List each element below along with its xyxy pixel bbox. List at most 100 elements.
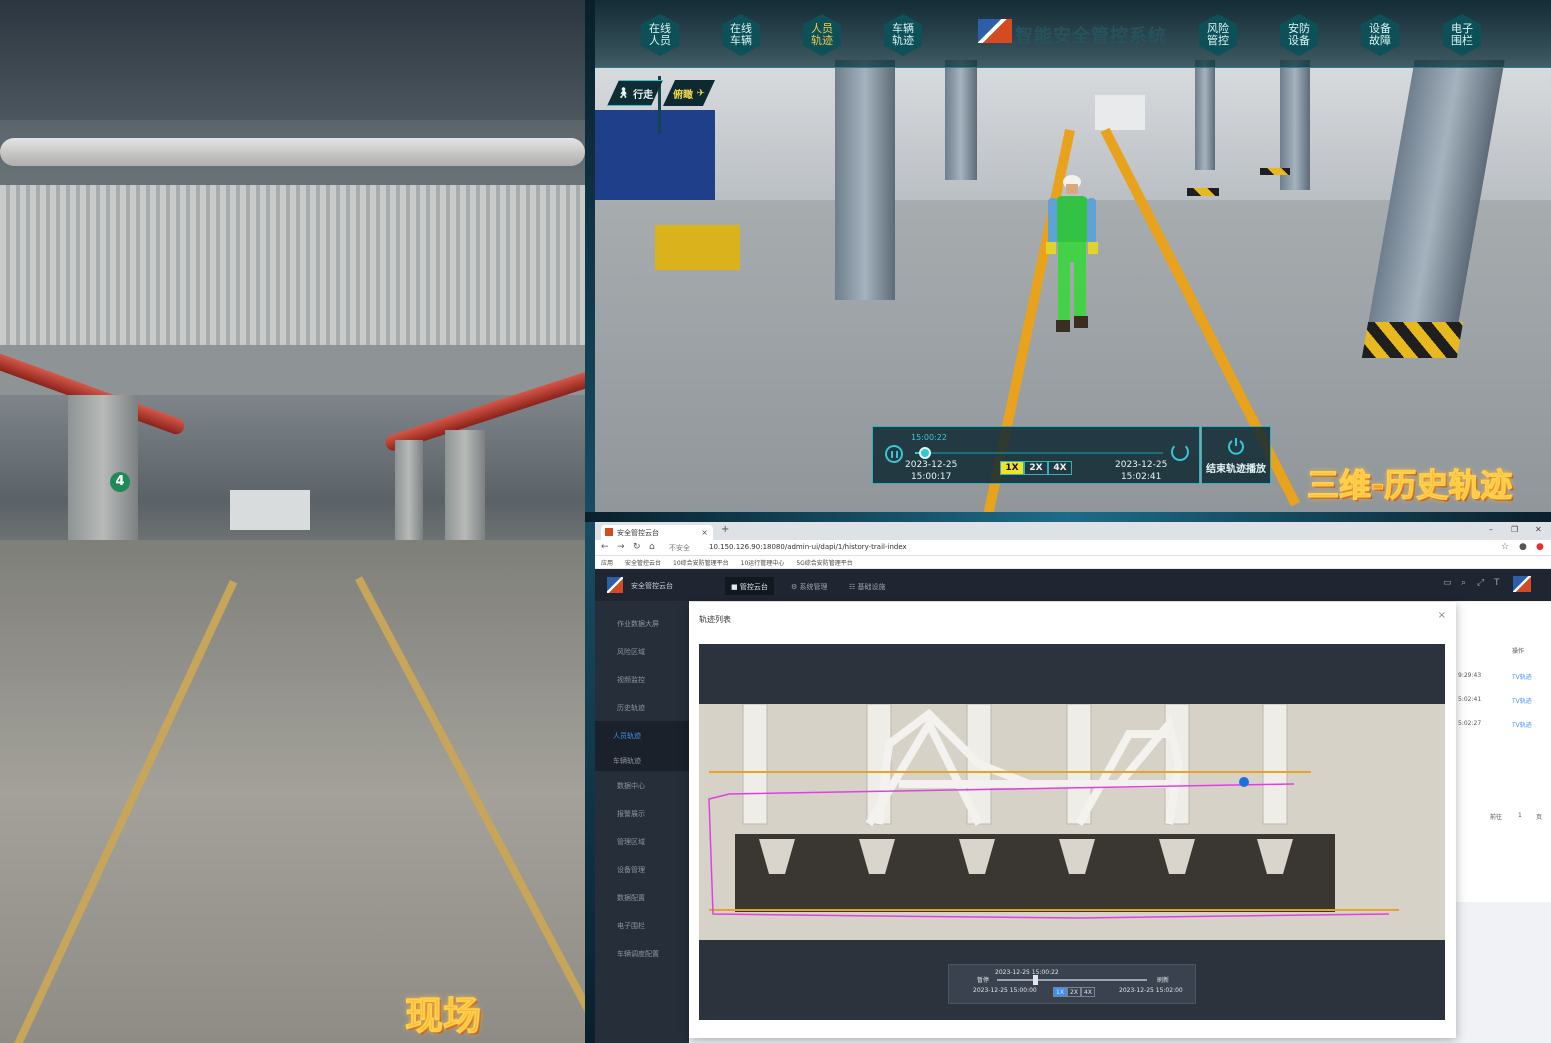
url-text[interactable]: 10.150.126.90:18080/admin-ui/dapi/1/hist…: [709, 543, 907, 551]
speed-button-1x[interactable]: 1X: [1000, 461, 1024, 475]
close-window-icon[interactable]: ✕: [1535, 525, 1542, 534]
nav-item[interactable]: 设备故障: [1361, 14, 1399, 56]
playback-progress-knob[interactable]: [918, 447, 931, 459]
speed-button-4x[interactable]: 4X: [1048, 461, 1072, 475]
replay-icon[interactable]: [1171, 443, 1189, 461]
zone-sign-4: 4: [110, 472, 130, 492]
map-speed-button-1x[interactable]: 1X: [1053, 987, 1067, 997]
font-size-icon[interactable]: T: [1494, 578, 1500, 588]
bookmark-item[interactable]: 安全管控云台: [625, 558, 661, 567]
sidebar: 作业数据大屏 风险区域 视频监控 历史轨迹 人员轨迹 车辆轨迹 数据中心 报警展示 管理区域 设备…: [595, 601, 689, 1043]
map-speed-group: 1X 2X 4X: [1053, 987, 1095, 997]
map-progress-knob[interactable]: [1032, 975, 1038, 985]
tab-favicon: [605, 528, 613, 536]
sidebar-item[interactable]: 数据中心: [595, 771, 689, 799]
nav-item[interactable]: 人员轨迹: [803, 14, 841, 56]
tab-title: 安全管控云台: [617, 529, 659, 537]
sidebar-item[interactable]: 人员轨迹: [595, 721, 689, 746]
home-icon[interactable]: ⌂: [649, 542, 655, 552]
nav-item[interactable]: 安防设备: [1280, 14, 1318, 56]
sidebar-item[interactable]: 车辆轨迹: [595, 746, 689, 771]
app-area: 安全管控云台 ■ 管控云台 ⚙ 系统管理 ☷ 基础设施 ▭ ⌕ ⤢ T 作业数据大屏…: [595, 569, 1551, 1043]
end-playback-label: 结束轨迹播放: [1206, 463, 1266, 475]
table-cell-action[interactable]: TV轨迹: [1512, 696, 1532, 705]
map-progress-track[interactable]: [997, 975, 1147, 985]
bookmark-item[interactable]: 10综合安防管理平台: [673, 558, 729, 567]
nav-item[interactable]: 车辆轨迹: [884, 14, 922, 56]
minimize-icon[interactable]: –: [1489, 525, 1493, 534]
map-speed-button-4x[interactable]: 4X: [1081, 987, 1095, 997]
table-cell-action[interactable]: TV轨迹: [1512, 672, 1532, 681]
browser-tab[interactable]: 安全管控云台 ×: [601, 525, 713, 540]
map-speed-button-2x[interactable]: 2X: [1067, 987, 1081, 997]
hazard-stripe: [1361, 322, 1464, 358]
reload-icon[interactable]: ↻: [633, 542, 641, 552]
tab-close-icon[interactable]: ×: [701, 528, 708, 537]
map-playback-controls: 2023-12-25 15:00:22 暂停 刷新 2023-12-25 15:…: [948, 964, 1196, 1004]
new-tab-button[interactable]: +: [721, 524, 729, 535]
sidebar-item[interactable]: 电子围栏: [595, 911, 689, 939]
top-nav-item[interactable]: ⚙ 系统管理: [785, 577, 834, 595]
table-cell-action[interactable]: TV轨迹: [1512, 720, 1532, 729]
plant-layout-drawing: [699, 703, 1445, 950]
corridor-end: [230, 490, 310, 530]
nav-item[interactable]: 电子围栏: [1443, 14, 1481, 56]
speed-button-2x[interactable]: 2X: [1024, 461, 1048, 475]
bookmark-item[interactable]: 5G综合安防管理平台: [796, 558, 852, 567]
map-pause-button[interactable]: 暂停: [977, 975, 989, 984]
bookmark-item[interactable]: 应用: [601, 558, 613, 567]
overview-mode-label: 俯瞰: [673, 89, 694, 101]
bookmark-item[interactable]: 10运行管理中心: [741, 558, 785, 567]
profile-icon[interactable]: ●: [1519, 542, 1527, 552]
top-nav-item[interactable]: ■ 管控云台: [725, 577, 774, 595]
fullscreen-icon[interactable]: ⤢: [1477, 578, 1484, 588]
sidebar-item[interactable]: 车辆调度配置: [595, 939, 689, 967]
sidebar-item[interactable]: 风险区域: [595, 637, 689, 665]
maximize-icon[interactable]: ❐: [1511, 525, 1518, 534]
sidebar-item[interactable]: 作业数据大屏: [595, 609, 689, 637]
address-bar: ← → ↻ ⌂ 不安全 10.150.126.90:18080/admin-ui…: [595, 540, 1551, 556]
sidebar-item[interactable]: 报警展示: [595, 799, 689, 827]
corridor-door: [1095, 95, 1145, 130]
back-icon[interactable]: ←: [601, 542, 609, 552]
map-current-time: 2023-12-25 15:00:22: [995, 969, 1059, 976]
top-nav-item[interactable]: ☷ 基础设施: [843, 577, 892, 595]
bookmarks-bar: 应用 安全管控云台 10综合安防管理平台 10运行管理中心 5G综合安防管理平台: [595, 556, 1551, 568]
browser-window: 安全管控云台 × + – ❐ ✕ ← → ↻ ⌂ 不安全 10.150.126.…: [595, 522, 1551, 1043]
app-header: 安全管控云台 ■ 管控云台 ⚙ 系统管理 ☷ 基础设施 ▭ ⌕ ⤢ T: [595, 569, 1551, 601]
extension-icon[interactable]: ●: [1536, 542, 1544, 552]
nav-item[interactable]: 在线车辆: [722, 14, 760, 56]
sidebar-item[interactable]: 数据配置: [595, 883, 689, 911]
plant-layout: [699, 703, 1445, 950]
ceiling: [0, 0, 585, 120]
map-refresh-button[interactable]: 刷新: [1157, 975, 1169, 984]
table-cell-time: 9:29:43: [1458, 672, 1482, 679]
trail-map[interactable]: [699, 644, 1445, 950]
sidebar-item[interactable]: 管理区域: [595, 827, 689, 855]
sidebar-item[interactable]: 视频监控: [595, 665, 689, 693]
corrugated-duct: [0, 185, 585, 345]
security-warning[interactable]: 不安全: [669, 543, 690, 553]
plane-icon: ✈: [696, 87, 705, 99]
monitor-icon[interactable]: ▭: [1443, 578, 1452, 588]
forward-icon[interactable]: →: [617, 542, 625, 552]
playback-start-date: 2023-12-25: [905, 460, 958, 470]
modal-close-icon[interactable]: ×: [1438, 610, 1446, 621]
star-icon[interactable]: ☆: [1501, 542, 1509, 552]
goto-page-input[interactable]: 1: [1518, 812, 1522, 819]
table-cell-time: 5:02:27: [1458, 720, 1482, 727]
background-table: 操作 9:29:43 TV轨迹 5:02:41 TV轨迹 5:02:27 TV轨迹 前往 …: [1456, 602, 1551, 902]
3d-viewer[interactable]: 在线人员 在线车辆 人员轨迹 车辆轨迹 风险管控 安防设备 设备故障 电子围栏 智能安全管控系…: [595, 0, 1551, 512]
walk-icon: 🚶︎: [616, 87, 630, 99]
pause-button[interactable]: [885, 445, 903, 463]
search-icon[interactable]: ⌕: [1461, 578, 1466, 588]
sidebar-item[interactable]: 历史轨迹: [595, 693, 689, 721]
nav-item[interactable]: 在线人员: [641, 14, 679, 56]
sidebar-item[interactable]: 设备管理: [595, 855, 689, 883]
playback-start-time: 15:00:17: [910, 472, 952, 482]
end-playback-button[interactable]: 结束轨迹播放: [1201, 426, 1271, 484]
user-avatar[interactable]: [1513, 576, 1531, 592]
nav-item[interactable]: 风险管控: [1199, 14, 1237, 56]
playback-progress-track[interactable]: [915, 447, 1163, 459]
viewer-overlay-label: 三维-历史轨迹: [1306, 466, 1513, 505]
